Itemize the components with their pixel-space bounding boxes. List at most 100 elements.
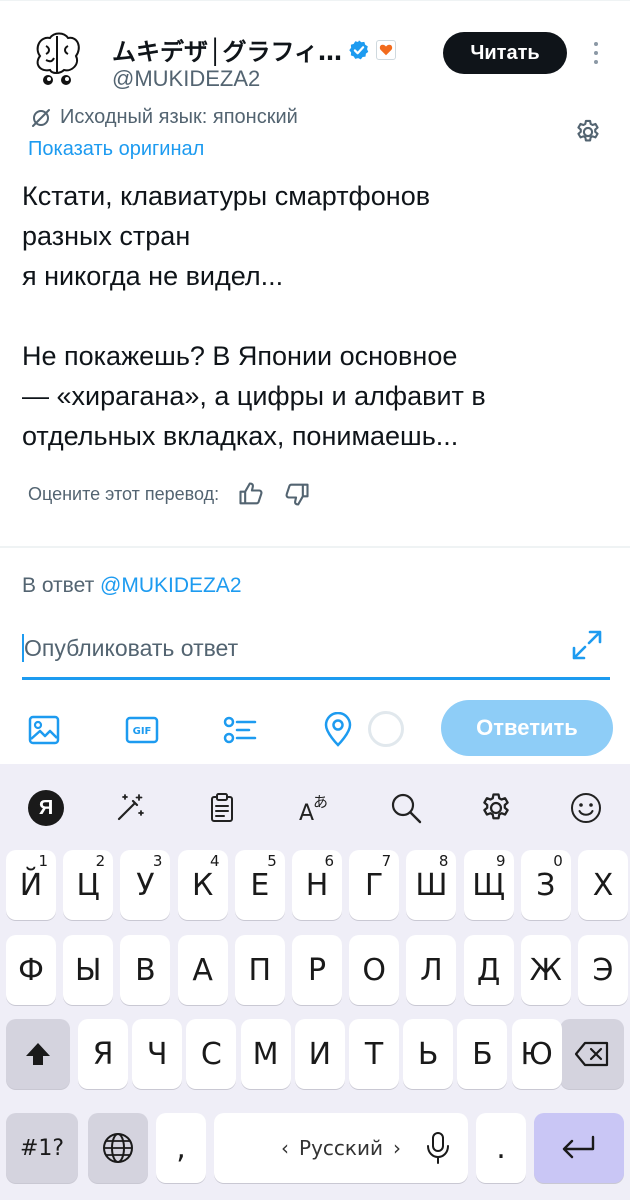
svg-text:あ: あ (313, 793, 328, 811)
key-letter[interactable]: Р (292, 935, 342, 1005)
avatar[interactable] (26, 28, 88, 90)
key-letter[interactable]: М (240, 1019, 291, 1089)
replying-to: В ответ @MUKIDEZA2 (22, 574, 242, 598)
replying-to-handle[interactable]: @MUKIDEZA2 (100, 574, 242, 597)
source-language-label: Исходный язык: японский (60, 106, 298, 128)
magic-wand-icon[interactable] (110, 788, 150, 828)
display-name[interactable]: ムキデザ│グラフィ… (112, 32, 342, 67)
expand-icon[interactable] (570, 628, 604, 662)
tweet-text: Кстати, клавиатуры смартфонов разных стр… (22, 181, 486, 451)
keyboard-settings-gear-icon[interactable] (476, 788, 516, 828)
search-icon[interactable] (386, 788, 426, 828)
follow-button[interactable]: Читать (443, 32, 567, 74)
key-letter[interactable]: Э (578, 935, 628, 1005)
key-letter[interactable]: Ы (63, 935, 114, 1005)
clipboard-icon[interactable] (202, 788, 242, 828)
key-letter[interactable]: О (349, 935, 400, 1005)
space-left-arrow: ‹ (281, 1136, 290, 1160)
key-letter[interactable]: К4 (177, 850, 228, 920)
key-label: З (536, 867, 556, 903)
key-label: К (191, 867, 214, 903)
rate-translation-label: Оцените этот перевод: (28, 483, 220, 504)
more-options-icon[interactable] (586, 38, 606, 68)
translation-settings-gear-icon[interactable] (574, 118, 602, 146)
key-hint: 1 (38, 852, 48, 870)
compose-toolbar: GIF Ответить (0, 700, 630, 760)
key-letter[interactable]: Ж (520, 935, 571, 1005)
key-hint: 3 (152, 852, 163, 870)
key-letter[interactable]: З0 (520, 850, 571, 920)
enter-key[interactable] (534, 1113, 624, 1183)
language-globe-key[interactable] (88, 1113, 148, 1183)
symbols-key[interactable]: #1? (6, 1113, 78, 1183)
key-label: Н (305, 867, 329, 903)
key-hint: 5 (267, 852, 277, 870)
key-hint: 8 (438, 852, 449, 870)
period-key[interactable]: . (476, 1113, 526, 1183)
key-hint: 7 (381, 852, 392, 870)
key-label: Х (592, 867, 614, 903)
key-letter[interactable]: Ш8 (406, 850, 457, 920)
reply-input[interactable] (24, 632, 544, 664)
user-handle[interactable]: @MUKIDEZA2 (112, 66, 260, 92)
space-right-arrow: › (392, 1136, 401, 1160)
replying-to-prefix: В ответ (22, 574, 95, 597)
key-letter[interactable]: Я (78, 1019, 128, 1089)
character-count-circle (368, 711, 404, 747)
key-letter[interactable]: А (177, 935, 228, 1005)
key-letter[interactable]: Е5 (234, 850, 285, 920)
key-letter[interactable]: Г7 (349, 850, 400, 920)
microphone-icon[interactable] (418, 1128, 458, 1168)
key-label: У (136, 867, 155, 903)
key-label: Ш (415, 867, 448, 903)
key-letter[interactable]: Ю (511, 1019, 562, 1089)
backspace-icon (574, 1041, 609, 1067)
thumbs-down-icon[interactable] (283, 480, 311, 508)
translate-slash-icon (32, 108, 50, 127)
key-letter[interactable]: Ц2 (63, 850, 114, 920)
key-label: Ц (76, 867, 100, 903)
key-letter[interactable]: И (294, 1019, 345, 1089)
location-pin-icon[interactable] (320, 712, 356, 748)
emoji-icon[interactable] (566, 788, 606, 828)
image-icon[interactable] (26, 712, 62, 748)
backspace-key[interactable] (560, 1019, 624, 1089)
key-letter[interactable]: Т (349, 1019, 399, 1089)
key-letter[interactable]: У3 (120, 850, 171, 920)
key-label: Й (19, 867, 43, 903)
keyboard-toolbar: Я Aあ (0, 782, 630, 832)
reply-submit-button[interactable]: Ответить (441, 700, 613, 756)
gif-icon[interactable]: GIF (124, 712, 160, 748)
key-letter[interactable]: Й1 (6, 850, 56, 920)
key-letter[interactable]: Л (406, 935, 457, 1005)
key-letter[interactable]: Щ9 (463, 850, 514, 920)
comma-key[interactable]: , (156, 1113, 206, 1183)
key-letter[interactable]: Н6 (292, 850, 342, 920)
key-hint: 2 (95, 852, 106, 870)
key-letter[interactable]: П (234, 935, 285, 1005)
key-hint: 4 (210, 852, 220, 870)
show-original-link[interactable]: Показать оригинал (28, 138, 204, 161)
enter-arrow-icon (562, 1135, 595, 1159)
poll-icon[interactable] (222, 712, 258, 748)
thumbs-up-icon[interactable] (237, 480, 265, 508)
key-letter[interactable]: С (186, 1019, 237, 1089)
verified-badge-icon (349, 39, 369, 59)
space-language-label: Русский (299, 1136, 383, 1160)
key-label: Е (250, 867, 270, 903)
reply-input-container (22, 620, 610, 680)
key-letter[interactable]: Д (463, 935, 514, 1005)
onscreen-keyboard: Я Aあ Й1Ц2У3К4Е5Н6Г7Ш8Щ9З0Х ФЫВАПРОЛДЖЭ Я… (0, 764, 630, 1200)
key-letter[interactable]: Ф (6, 935, 56, 1005)
key-hint: 9 (496, 852, 506, 870)
shift-arrow-icon (26, 1043, 50, 1065)
key-letter[interactable]: Ь (403, 1019, 454, 1089)
key-letter[interactable]: Б (457, 1019, 508, 1089)
key-letter[interactable]: В (120, 935, 171, 1005)
shift-key[interactable] (6, 1019, 70, 1089)
svg-text:A: A (299, 801, 314, 826)
translate-icon[interactable]: Aあ (296, 788, 336, 828)
key-letter[interactable]: Х (578, 850, 628, 920)
key-letter[interactable]: Ч (132, 1019, 183, 1089)
yandex-logo-icon[interactable]: Я (26, 788, 66, 828)
